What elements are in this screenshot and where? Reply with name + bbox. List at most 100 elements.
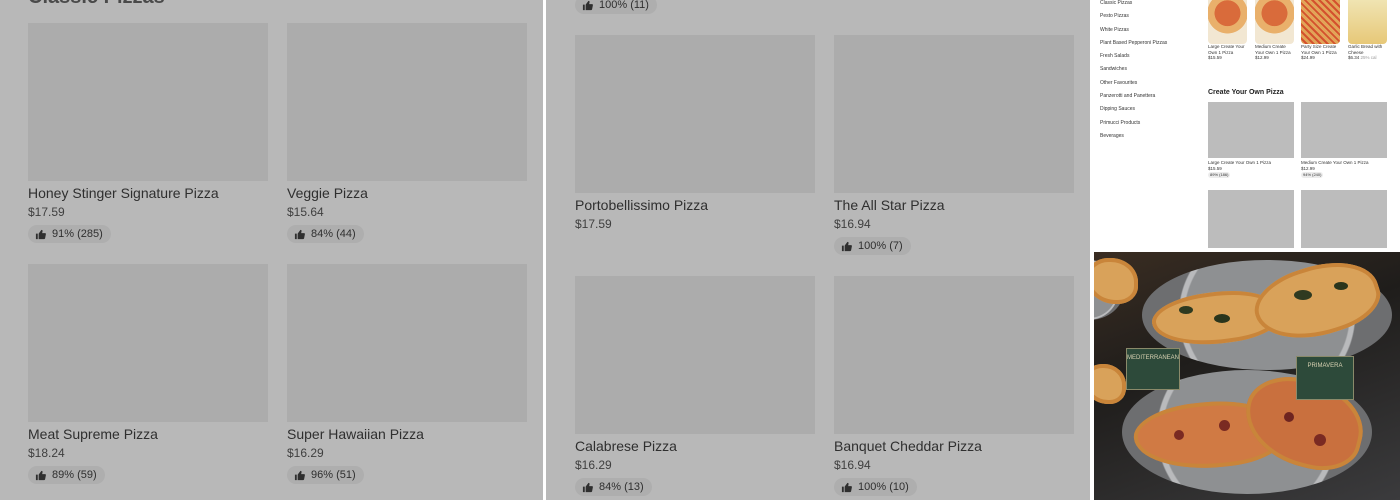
item-price: $12.99 (1255, 55, 1269, 60)
category-title: Create Your Own Pizza (1208, 89, 1284, 96)
item-name[interactable]: The All Star Pizza (834, 197, 1074, 214)
rating-badge: 89% (59) (28, 466, 105, 484)
item-price: $24.99 (1301, 55, 1315, 60)
pizza-image[interactable] (1208, 0, 1247, 44)
item-price: $16.29 (287, 446, 324, 460)
item-name[interactable]: Super Hawaiian Pizza (287, 426, 527, 443)
thumbs-up-icon (582, 482, 593, 492)
rating-text: 91% (285) (52, 228, 103, 240)
middle-menu-panel: 100% (11) Portobellissimo Pizza $17.59 T… (546, 0, 1090, 500)
section-title: Classic Pizzas (28, 0, 165, 9)
item-name[interactable]: Banquet Cheddar Pizza (834, 438, 1074, 455)
rating-badge: 100% (11) (575, 0, 657, 14)
nav-item[interactable]: Classic Pizzas (1100, 0, 1190, 13)
pepperoni-topping (1314, 434, 1326, 446)
rating-text: 100% (7) (858, 240, 903, 252)
item-price: $17.59 (28, 205, 65, 219)
item-name[interactable]: Meat Supreme Pizza (28, 426, 268, 443)
item-name[interactable]: Portobellissimo Pizza (575, 197, 815, 214)
nav-item[interactable]: White Pizzas (1100, 27, 1190, 40)
thumbs-up-icon (841, 482, 852, 492)
item-image-placeholder[interactable] (1301, 190, 1387, 248)
item-image-placeholder[interactable] (287, 23, 527, 181)
item-image-placeholder[interactable] (575, 35, 815, 193)
rating-text: 100% (11) (599, 0, 649, 11)
item-name[interactable]: Honey Stinger Signature Pizza (28, 185, 268, 202)
pizza-image[interactable] (1301, 0, 1340, 44)
category-nav: Classic Pizzas Pesto Pizzas White Pizzas… (1100, 0, 1190, 146)
rating-badge: 89% (186) (1208, 172, 1231, 178)
bread-image[interactable] (1348, 0, 1387, 44)
pizza-image[interactable] (1255, 0, 1294, 44)
mini-item-card[interactable]: Large Create Your Own 1 Pizza $15.59 89%… (1208, 102, 1294, 178)
menu-item-card[interactable]: Honey Stinger Signature Pizza $17.59 91%… (28, 23, 268, 245)
nav-item[interactable]: Other Favourites (1100, 80, 1190, 93)
item-name[interactable]: Large Create Your Own 1 Pizza (1208, 44, 1248, 55)
thumbs-up-icon (294, 229, 305, 239)
item-name[interactable]: Party Size Create Your Own 1 Pizza (1301, 44, 1341, 55)
spinach-topping (1179, 306, 1193, 314)
item-price: $6.34 (1348, 55, 1360, 60)
spinach-topping (1334, 282, 1348, 290)
item-name[interactable]: Garlic Bread with Cheese (1348, 44, 1388, 55)
rating-text: 96% (51) (311, 469, 356, 481)
mini-item-card[interactable]: Medium Create Your Own 1 Pizza $12.99 94… (1301, 102, 1387, 178)
item-price: $16.94 (834, 217, 871, 231)
menu-item-card[interactable]: Banquet Cheddar Pizza $16.94 100% (10) (834, 276, 1074, 498)
spinach-topping (1294, 290, 1312, 300)
menu-item-card[interactable]: Calabrese Pizza $16.29 84% (13) (575, 276, 815, 498)
item-image-placeholder[interactable] (575, 276, 815, 434)
nav-item[interactable]: Sandwiches (1100, 66, 1190, 79)
mini-item-card[interactable]: Garlic Bread with Cheese $6.34 25% cal (1348, 0, 1388, 61)
spinach-topping (1214, 314, 1230, 323)
item-image-placeholder[interactable] (28, 23, 268, 181)
mini-item-card[interactable]: Medium Create Your Own 1 Pizza $12.99 (1255, 0, 1295, 61)
nav-item[interactable]: Beverages (1100, 133, 1190, 146)
item-image-placeholder[interactable] (1208, 102, 1294, 158)
nav-item[interactable]: Fresh Salads (1100, 53, 1190, 66)
nav-item[interactable]: Plant Based Pepperoni Pizzas (1100, 40, 1190, 53)
left-menu-panel: Classic Pizzas Honey Stinger Signature P… (0, 0, 543, 500)
item-price: $12.99 (1301, 165, 1315, 171)
item-image-placeholder[interactable] (1301, 102, 1387, 158)
thumbs-up-icon (35, 229, 46, 239)
rating-text: 100% (10) (858, 481, 909, 493)
rating-badge: 94% (240) (1301, 172, 1324, 178)
item-name[interactable]: Calabrese Pizza (575, 438, 815, 455)
item-price: $15.59 (1208, 55, 1222, 60)
item-name[interactable]: Veggie Pizza (287, 185, 527, 202)
rating-badge: 84% (44) (287, 225, 364, 243)
menu-item-card[interactable]: Meat Supreme Pizza $18.24 89% (59) (28, 264, 268, 486)
nav-item[interactable]: Pesto Pizzas (1100, 13, 1190, 26)
item-image-placeholder[interactable] (1208, 190, 1294, 248)
thumbs-up-icon (841, 241, 852, 251)
pepperoni-topping (1284, 412, 1294, 422)
rating-badge: 100% (7) (834, 237, 911, 255)
item-image-placeholder[interactable] (287, 264, 527, 422)
rating-badge: 96% (51) (287, 466, 364, 484)
rating-text: 84% (13) (599, 481, 644, 493)
mini-menu-screenshot: Classic Pizzas Pesto Pizzas White Pizzas… (1094, 0, 1400, 248)
menu-item-card[interactable]: Super Hawaiian Pizza $16.29 96% (51) (287, 264, 527, 486)
menu-item-card[interactable]: Veggie Pizza $15.64 84% (44) (287, 23, 527, 245)
rating-badge: 100% (10) (834, 478, 917, 496)
nav-item[interactable]: Panzerotti and Panettera (1100, 93, 1190, 106)
rating-badge: 91% (285) (28, 225, 111, 243)
item-name[interactable]: Medium Create Your Own 1 Pizza (1255, 44, 1295, 55)
item-image-placeholder[interactable] (834, 276, 1074, 434)
thumbs-up-icon (35, 470, 46, 480)
item-image-placeholder[interactable] (834, 35, 1074, 193)
item-price: $16.94 (834, 458, 871, 472)
mini-item-card[interactable]: Party Size Create Your Own 1 Pizza $24.9… (1301, 0, 1341, 61)
item-price: $18.24 (28, 446, 65, 460)
mini-item-card[interactable]: Large Create Your Own 1 Pizza $15.59 (1208, 0, 1248, 61)
nav-item[interactable]: Dipping Sauces (1100, 106, 1190, 119)
nav-item[interactable]: Primucci Products (1100, 120, 1190, 133)
menu-item-card[interactable]: The All Star Pizza $16.94 100% (7) (834, 35, 1074, 257)
item-note: 25% cal (1360, 55, 1377, 60)
pepperoni-topping (1219, 420, 1230, 431)
rating-text: 89% (59) (52, 469, 97, 481)
item-price: $15.59 (1208, 165, 1222, 171)
menu-item-card[interactable]: Portobellissimo Pizza $17.59 (575, 35, 815, 232)
item-image-placeholder[interactable] (28, 264, 268, 422)
